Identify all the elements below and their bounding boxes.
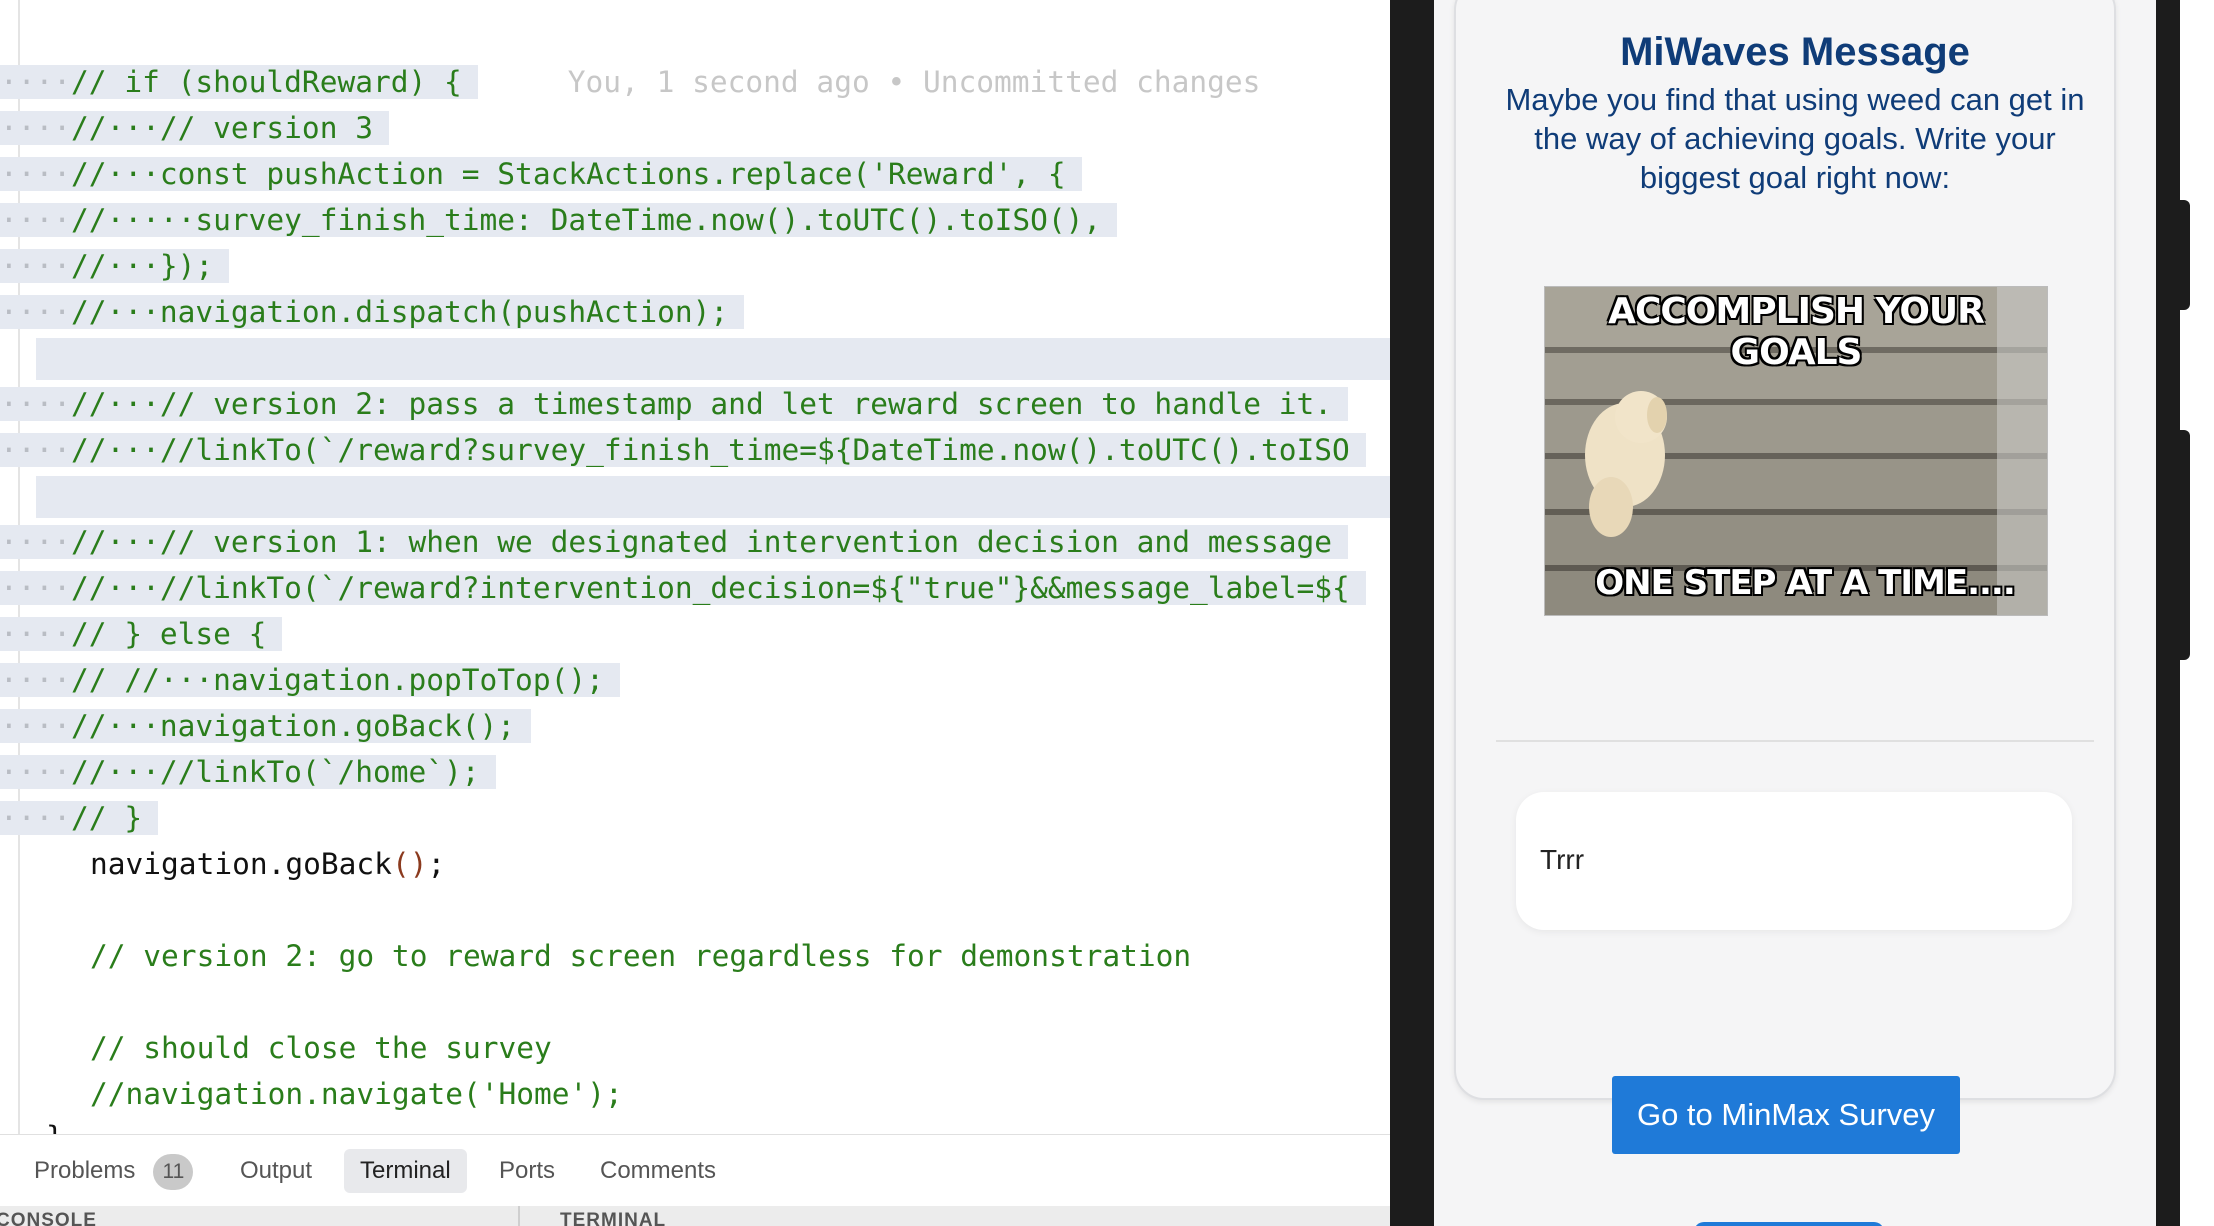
code-comment: // version 2: go to reward screen regard… — [90, 939, 1192, 973]
code-comment: //···// version 3 — [71, 111, 373, 145]
next-button-partial[interactable] — [1694, 1222, 1884, 1226]
indent-whitespace: ···· — [0, 203, 72, 237]
code-comment: //···}); — [71, 249, 214, 283]
code-line[interactable]: ····//···// version 3 — [0, 105, 389, 151]
code-comment: //···navigation.goBack(); — [71, 709, 516, 743]
code-statement: navigation.goBack — [90, 847, 392, 881]
code-comment: //···// version 1: when we designated in… — [71, 525, 1333, 559]
console-section-header[interactable]: CONSOLE — [0, 1210, 97, 1226]
tab-terminal[interactable]: Terminal — [344, 1149, 467, 1193]
tab-label: Problems — [34, 1157, 136, 1184]
phone-power-button — [2180, 430, 2190, 660]
code-comment: //···navigation.dispatch(pushAction); — [71, 295, 729, 329]
selected-blank-line — [36, 476, 1390, 518]
code-line-cutoff: ·· — [0, 0, 36, 20]
code-line[interactable]: ····//···}); — [0, 243, 230, 289]
message-body: Maybe you find that using weed can get i… — [1505, 82, 2085, 195]
code-line[interactable]: ····//···navigation.goBack(); — [0, 703, 532, 749]
content-divider — [1496, 740, 2094, 742]
phone-bezel-left — [1390, 0, 1434, 1226]
indent-whitespace: ···· — [0, 157, 72, 191]
indent-whitespace: ···· — [0, 433, 72, 467]
code-line[interactable]: ····// } else { — [0, 611, 283, 657]
phone-bezel-right — [2156, 0, 2180, 1226]
indent-whitespace: ···· — [0, 755, 72, 789]
code-comment: // if (shouldReward) { — [71, 65, 462, 99]
phone-emulator: MiWaves Message Maybe you find that usin… — [1390, 0, 2214, 1226]
indent-whitespace: ···· — [0, 525, 72, 559]
indent-whitespace: ···· — [0, 249, 72, 283]
indent-whitespace: ···· — [0, 801, 72, 835]
answer-value: Trrr — [1540, 844, 1585, 875]
code-line[interactable]: ····//···// version 2: pass a timestamp … — [0, 381, 1349, 427]
code-editor[interactable]: ·· ····// if (shouldReward) {You, 1 seco… — [0, 0, 1390, 1134]
message-title: MiWaves Message — [1620, 30, 1970, 74]
code-line[interactable]: // version 2: go to reward screen regard… — [90, 933, 1191, 979]
code-comment: //navigation.navigate('Home'); — [90, 1077, 623, 1111]
tab-label: Terminal — [360, 1157, 451, 1184]
code-line[interactable]: ····//···//linkTo(`/home`); — [0, 749, 496, 795]
section-divider — [518, 1206, 520, 1226]
code-line[interactable]: navigation.goBack(); — [90, 841, 445, 887]
code-comment: // } — [71, 801, 143, 835]
code-line[interactable]: ····// //···navigation.popToTop(); — [0, 657, 620, 703]
code-line[interactable]: // should close the survey — [90, 1025, 552, 1071]
code-line[interactable]: ····//···// version 1: when we designate… — [0, 519, 1349, 565]
code-line-cutoff: } — [46, 1114, 64, 1134]
indent-whitespace: ···· — [0, 65, 72, 99]
goal-answer-input[interactable]: Trrr — [1516, 792, 2072, 930]
indent-whitespace: ···· — [0, 571, 72, 605]
panel-tab-bar: Problems 11 Output Terminal Ports Comment… — [0, 1134, 1390, 1207]
code-comment: // } else { — [71, 617, 267, 651]
code-line[interactable]: ····//···//linkTo(`/reward?survey_finish… — [0, 427, 1366, 473]
tab-problems[interactable]: Problems 11 — [18, 1149, 209, 1193]
code-line[interactable]: ····//···//linkTo(`/reward?intervention_… — [0, 565, 1366, 611]
code-semicolon: ; — [427, 847, 446, 881]
tab-comments[interactable]: Comments — [584, 1149, 732, 1193]
meme-image: ACCOMPLISH YOUR GOALS ONE STEP AT A TIME… — [1544, 286, 2048, 616]
indent-whitespace: ···· — [0, 709, 72, 743]
tab-output[interactable]: Output — [224, 1149, 328, 1193]
code-line[interactable]: ····// if (shouldReward) { You, 1 second … — [0, 59, 1260, 105]
go-to-minmax-survey-button[interactable]: Go to MinMax Survey — [1612, 1076, 1960, 1154]
panel-sections: CONSOLE TERMINAL — [0, 1206, 1390, 1226]
code-line[interactable]: ····//···navigation.dispatch(pushAction)… — [0, 289, 745, 335]
code-comment: //···const pushAction = StackActions.rep… — [71, 157, 1066, 191]
phone-screen: MiWaves Message Maybe you find that usin… — [1434, 0, 2156, 1226]
code-comment: // //···navigation.popToTop(); — [71, 663, 604, 697]
code-comment: //·····survey_finish_time: DateTime.now(… — [71, 203, 1102, 237]
code-comment: //···// version 2: pass a timestamp and … — [71, 387, 1333, 421]
code-line[interactable]: ····//···const pushAction = StackActions… — [0, 151, 1082, 197]
tab-label: Comments — [600, 1157, 717, 1184]
tab-ports[interactable]: Ports — [483, 1149, 571, 1193]
code-parens: () — [391, 847, 428, 881]
tab-label: Output — [240, 1157, 313, 1184]
code-comment: //···//linkTo(`/reward?intervention_deci… — [71, 571, 1350, 605]
code-comment: //···//linkTo(`/reward?survey_finish_tim… — [71, 433, 1350, 467]
code-comment: //···//linkTo(`/home`); — [71, 755, 480, 789]
code-comment: // should close the survey — [90, 1031, 552, 1065]
indent-whitespace: ···· — [0, 663, 72, 697]
indent-whitespace: ···· — [0, 387, 72, 421]
meme-caption-top: ACCOMPLISH YOUR GOALS — [1608, 291, 1985, 373]
problems-count-badge: 11 — [153, 1154, 194, 1190]
phone-volume-button — [2180, 200, 2190, 310]
tab-label: Ports — [499, 1157, 556, 1184]
git-blame-annotation: You, 1 second ago • Uncommitted changes — [567, 65, 1261, 99]
indent-whitespace: ···· — [0, 111, 72, 145]
indent-whitespace: ···· — [0, 295, 72, 329]
code-line[interactable]: //navigation.navigate('Home'); — [90, 1071, 623, 1117]
code-line[interactable]: ····// } — [0, 795, 159, 841]
indent-whitespace: ···· — [0, 617, 72, 651]
terminal-section-header[interactable]: TERMINAL — [560, 1210, 666, 1226]
selected-blank-line — [36, 338, 1390, 380]
meme-caption-bottom: ONE STEP AT A TIME.... — [1595, 563, 2016, 603]
code-line[interactable]: ····//·····survey_finish_time: DateTime.… — [0, 197, 1118, 243]
